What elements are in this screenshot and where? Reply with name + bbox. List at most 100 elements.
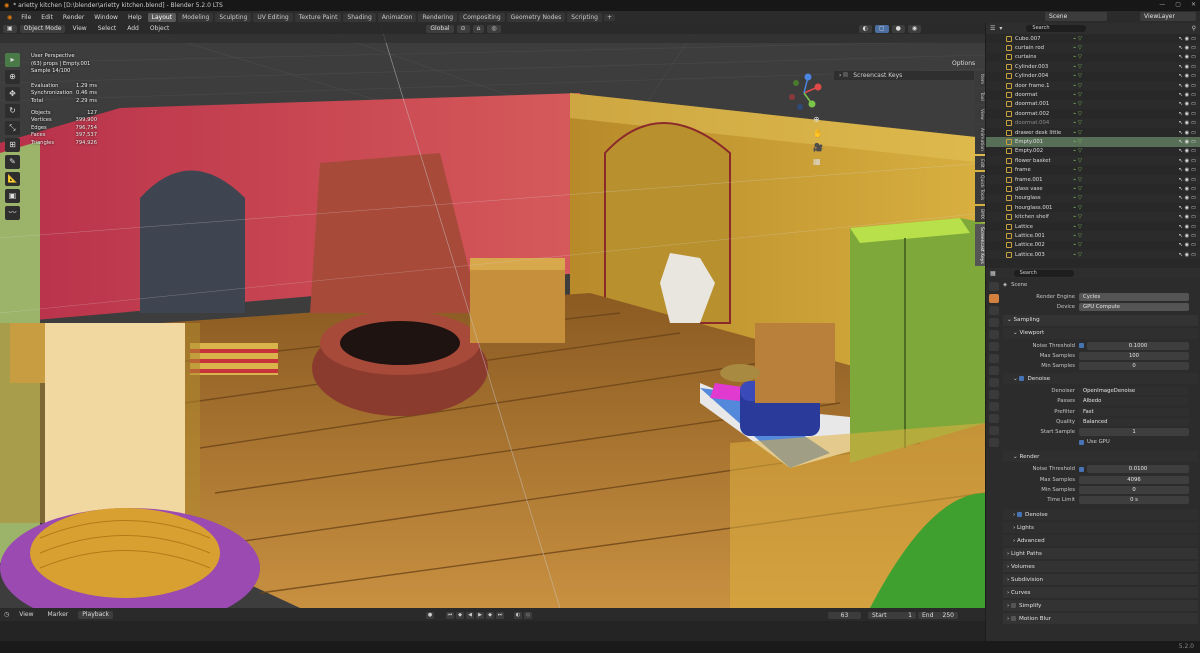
modifier-icons[interactable]: ⌁ ▽ — [1073, 111, 1082, 117]
start-sample-field[interactable]: 1 — [1079, 427, 1189, 436]
outliner-row[interactable]: flower basket ⌁ ▽ ↖ ◉ ▭ — [986, 156, 1200, 166]
visibility-toggles[interactable]: ↖ ◉ ▭ — [1179, 177, 1196, 183]
visibility-toggles[interactable]: ↖ ◉ ▭ — [1179, 73, 1196, 79]
outliner-row[interactable]: Lattice.002 ⌁ ▽ ↖ ◉ ▭ — [986, 241, 1200, 250]
visibility-toggles[interactable]: ↖ ◉ ▭ — [1179, 158, 1196, 164]
light-paths-panel-header[interactable]: › Light Paths — [1003, 548, 1198, 559]
shading-rendered-icon[interactable]: ◉ — [907, 24, 922, 33]
proportional-edit-icon[interactable]: ◎ — [487, 24, 501, 33]
shading-solid-icon[interactable]: ● — [891, 24, 905, 33]
workspace-tab-uv-editing[interactable]: UV Editing — [253, 12, 293, 22]
outliner-row[interactable]: drawer desk little ⌁ ▽ ↖ ◉ ▭ — [986, 128, 1200, 137]
workspace-tab-compositing[interactable]: Compositing — [459, 12, 505, 22]
visibility-toggles[interactable]: ↖ ◉ ▭ — [1179, 148, 1196, 154]
outliner-row[interactable]: Empty.002 ⌁ ▽ ↖ ◉ ▭ — [986, 147, 1200, 156]
denoiser-dropdown[interactable]: OpenImageDenoise — [1079, 387, 1189, 396]
visibility-toggles[interactable]: ↖ ◉ ▭ — [1179, 54, 1196, 60]
pan-hand-icon[interactable]: ✋ — [813, 129, 823, 138]
use-gpu-checkbox[interactable] — [1079, 439, 1084, 445]
modifier-icons[interactable]: ⌁ ▽ — [1073, 92, 1082, 98]
prev-keyframe-icon[interactable]: ◆ — [456, 612, 464, 619]
workspace-tab-scripting[interactable]: Scripting — [567, 12, 602, 22]
timeline-menu-marker[interactable]: Marker — [44, 610, 73, 619]
render-denoise-subpanel-header[interactable]: › Denoise — [1003, 509, 1198, 520]
grease-pencil-tool-icon[interactable]: 〰 — [5, 206, 20, 220]
modifier-icons[interactable]: ⌁ ▽ — [1073, 233, 1082, 239]
modifier-icons[interactable]: ⌁ ▽ — [1073, 177, 1082, 183]
vp-noise-threshold-checkbox[interactable] — [1079, 343, 1084, 349]
modifier-icons[interactable]: ⌁ ▽ — [1073, 195, 1082, 201]
data-tab-icon[interactable] — [988, 426, 999, 435]
advanced-subpanel-header[interactable]: › Advanced — [1003, 535, 1198, 546]
visibility-toggles[interactable]: ↖ ◉ ▭ — [1179, 233, 1196, 239]
menu-window[interactable]: Window — [90, 13, 122, 22]
timeline-track-area[interactable] — [0, 621, 985, 641]
modifier-icons[interactable]: ⌁ ▽ — [1073, 64, 1082, 70]
outliner-row[interactable]: Cylinder.003 ⌁ ▽ ↖ ◉ ▭ — [986, 62, 1200, 72]
visibility-toggles[interactable]: ↖ ◉ ▭ — [1179, 36, 1196, 42]
move-tool-icon[interactable]: ✥ — [5, 87, 20, 101]
world-tab-icon[interactable] — [988, 342, 999, 351]
modifier-icons[interactable]: ⌁ ▽ — [1073, 83, 1082, 89]
viewport-menu-view[interactable]: View — [68, 24, 90, 33]
visibility-toggles[interactable]: ↖ ◉ ▭ — [1179, 92, 1196, 98]
zoom-icon[interactable]: ⊕ — [813, 115, 823, 124]
vp-max-samples-field[interactable]: 100 — [1079, 351, 1189, 360]
outliner-row[interactable]: door frame.1 ⌁ ▽ ↖ ◉ ▭ — [986, 80, 1200, 91]
outliner-row[interactable]: kitchen shelf ⌁ ▽ ↖ ◉ ▭ — [986, 212, 1200, 222]
xray-icon[interactable]: ▢ — [874, 24, 889, 33]
outliner-filter-icon[interactable]: ⚲ — [1192, 25, 1200, 32]
npanel-tab-bmx[interactable]: BMX — [975, 205, 985, 222]
lights-subpanel-header[interactable]: › Lights — [1003, 522, 1198, 533]
curves-panel-header[interactable]: › Curves — [1003, 587, 1198, 598]
workspace-tab-animation[interactable]: Animation — [377, 12, 417, 22]
render-subpanel-header[interactable]: ⌄ Render — [1003, 451, 1198, 463]
transform-orientation-dropdown[interactable]: Global — [426, 24, 454, 33]
visibility-toggles[interactable]: ↖ ◉ ▭ — [1179, 186, 1196, 192]
modifier-icons[interactable]: ⌁ ▽ — [1073, 73, 1082, 79]
modifier-icons[interactable]: ⌁ ▽ — [1073, 120, 1082, 126]
workspace-tab-sculpting[interactable]: Sculpting — [215, 12, 252, 22]
viewport-menu-add[interactable]: Add — [123, 24, 143, 33]
screencast-keys-panel[interactable]: › Screencast Keys — [834, 71, 974, 80]
viewport-menu-object[interactable]: Object — [146, 24, 174, 33]
particles-tab-icon[interactable] — [988, 390, 999, 399]
visibility-toggles[interactable]: ↖ ◉ ▭ — [1179, 130, 1196, 136]
current-frame-field[interactable]: 63 — [828, 612, 861, 619]
sampling-panel-header[interactable]: ⌄ Sampling — [1003, 314, 1198, 326]
play-reverse-icon[interactable]: ◀ — [466, 612, 474, 619]
keying-icon[interactable]: ◐ — [514, 612, 522, 619]
workspace-tab-layout[interactable]: Layout — [147, 12, 177, 22]
time-limit-field[interactable]: 0 s — [1079, 495, 1189, 504]
visibility-toggles[interactable]: ↖ ◉ ▭ — [1179, 224, 1196, 230]
add-workspace-button[interactable]: + — [603, 13, 615, 21]
outliner-row[interactable]: Empty.001 ⌁ ▽ ↖ ◉ ▭ — [986, 137, 1200, 147]
navigation-gizmo[interactable] — [784, 73, 824, 113]
maximize-button[interactable]: ▢ — [1175, 1, 1181, 8]
modifier-icons[interactable]: ⌁ ▽ — [1073, 214, 1082, 220]
outliner-row[interactable]: hourglass.001 ⌁ ▽ ↖ ◉ ▭ — [986, 203, 1200, 212]
r-min-samples-field[interactable]: 0 — [1079, 485, 1189, 494]
vp-min-samples-field[interactable]: 0 — [1079, 362, 1189, 371]
visibility-toggles[interactable]: ↖ ◉ ▭ — [1179, 167, 1196, 173]
outliner-row[interactable]: doormat.004 ⌁ ▽ ↖ ◉ ▭ — [986, 118, 1200, 128]
select-box-tool-icon[interactable]: ▸ — [5, 53, 20, 67]
r-noise-threshold-checkbox[interactable] — [1079, 466, 1084, 472]
workspace-tab-rendering[interactable]: Rendering — [418, 12, 458, 22]
properties-editor-icon[interactable]: ▦ — [990, 270, 996, 277]
scene-selector[interactable]: Scene — [1045, 12, 1107, 21]
visibility-toggles[interactable]: ↖ ◉ ▭ — [1179, 242, 1196, 248]
modifier-icons[interactable]: ⌁ ▽ — [1073, 54, 1082, 60]
visibility-toggles[interactable]: ↖ ◉ ▭ — [1179, 111, 1196, 117]
modifier-icons[interactable]: ⌁ ▽ — [1073, 130, 1082, 136]
workspace-tab-texture-paint[interactable]: Texture Paint — [294, 12, 342, 22]
visibility-toggles[interactable]: ↖ ◉ ▭ — [1179, 120, 1196, 126]
outliner-row[interactable]: glass vase ⌁ ▽ ↖ ◉ ▭ — [986, 184, 1200, 193]
view-layer-selector[interactable]: ViewLayer — [1140, 12, 1196, 21]
jump-start-icon[interactable]: ⏮ — [446, 612, 454, 619]
scale-tool-icon[interactable]: ⤡ — [5, 121, 20, 135]
visibility-toggles[interactable]: ↖ ◉ ▭ — [1179, 195, 1196, 201]
outliner-row[interactable]: doormat.002 ⌁ ▽ ↖ ◉ ▭ — [986, 109, 1200, 118]
perspective-grid-icon[interactable]: ▦ — [813, 157, 823, 166]
outliner-row[interactable]: curtain rod ⌁ ▽ ↖ ◉ ▭ — [986, 43, 1200, 53]
